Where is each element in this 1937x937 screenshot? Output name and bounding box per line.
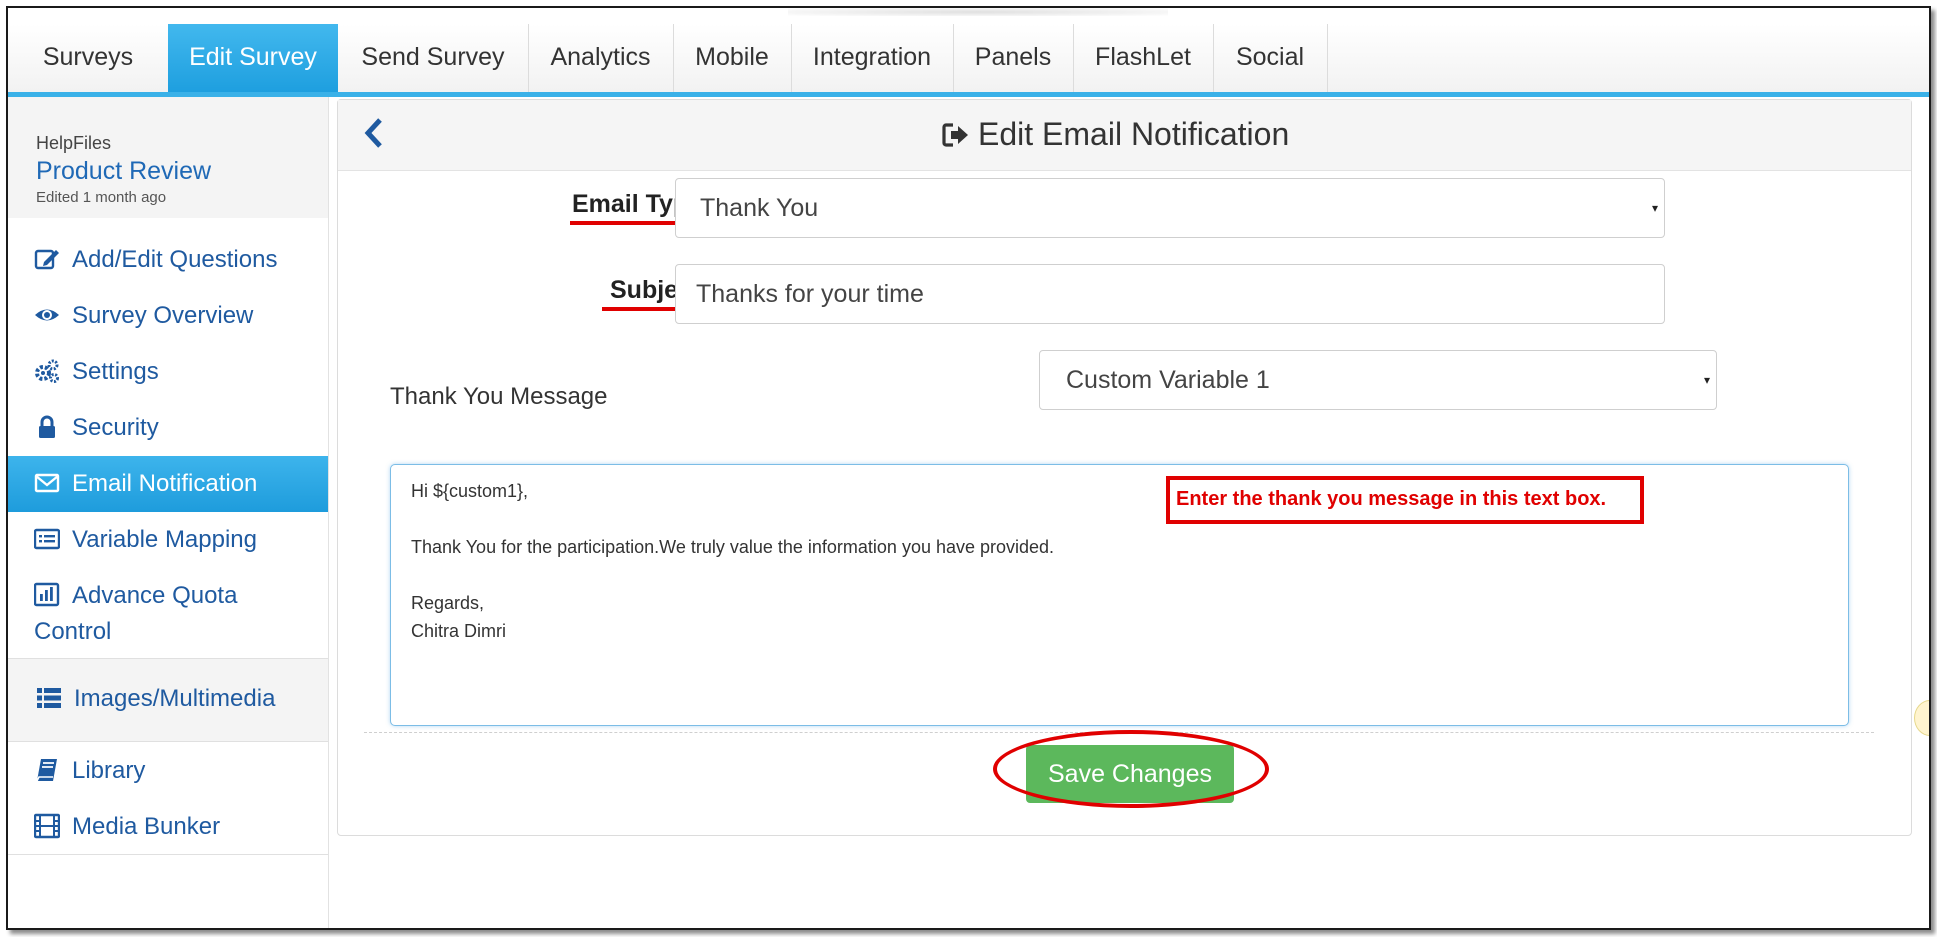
sign-out-icon <box>942 122 970 148</box>
thank-you-message-label: Thank You Message <box>390 383 608 410</box>
sidebar-item-label: Email Notification <box>72 470 258 497</box>
sidebar-item-label: Library <box>72 757 146 784</box>
sidebar-item-variable-mapping[interactable]: Variable Mapping <box>8 512 328 568</box>
sidebar-item-advance-quota-control[interactable]: Advance Quota Control <box>8 568 328 658</box>
edit-icon <box>34 246 60 272</box>
sidebar-item-settings[interactable]: Settings <box>8 344 328 400</box>
edge-widget[interactable] <box>1914 700 1929 736</box>
sidebar-item-label: Media Bunker <box>72 813 221 840</box>
back-chevron-icon[interactable] <box>360 116 390 150</box>
sidebar-item-add-edit-questions[interactable]: Add/Edit Questions <box>8 232 328 288</box>
tab-mobile[interactable]: Mobile <box>673 24 792 92</box>
tab-flashlet[interactable]: FlashLet <box>1073 24 1214 92</box>
tab-send-survey[interactable]: Send Survey <box>338 24 529 92</box>
top-tab-bar: Surveys Edit Survey Send Survey Analytic… <box>8 24 1929 97</box>
sidebar-item-label: Security <box>72 414 159 441</box>
sidebar: HelpFiles Product Review Edited 1 month … <box>8 97 329 928</box>
tab-edit-survey[interactable]: Edit Survey <box>168 24 338 92</box>
custom-variable-select[interactable]: Custom Variable 1 ▾ <box>1039 350 1717 410</box>
survey-info: HelpFiles Product Review Edited 1 month … <box>8 97 328 218</box>
annotation-hint: Enter the thank you message in this text… <box>1166 476 1644 524</box>
email-type-value: Thank You <box>700 194 819 222</box>
film-icon <box>33 813 61 839</box>
message-line: Regards, <box>411 593 485 613</box>
sidebar-item-label: Advance Quota <box>72 582 238 609</box>
message-line: Chitra Dimri <box>411 621 507 641</box>
list-icon <box>33 526 61 552</box>
tab-integration[interactable]: Integration <box>791 24 954 92</box>
sidebar-item-email-notification[interactable]: Email Notification <box>8 456 328 512</box>
edited-timestamp: Edited 1 month ago <box>36 189 167 206</box>
envelope-icon <box>34 470 60 496</box>
sidebar-item-label: Settings <box>72 358 159 385</box>
sidebar-item-label: Survey Overview <box>72 302 254 329</box>
eye-icon <box>34 302 60 328</box>
edit-email-panel: Edit Email Notification Email Type Thank… <box>337 99 1912 836</box>
email-type-select[interactable]: Thank You ▾ <box>675 178 1665 238</box>
gears-icon <box>34 358 60 384</box>
sidebar-item-images-multimedia[interactable]: Images/Multimedia <box>8 671 328 727</box>
sidebar-item-survey-overview[interactable]: Survey Overview <box>8 288 328 344</box>
tab-analytics[interactable]: Analytics <box>528 24 674 92</box>
sidebar-item-label: Variable Mapping <box>72 526 258 553</box>
survey-title[interactable]: Product Review <box>36 157 211 186</box>
top-shadow <box>788 8 1168 16</box>
message-line <box>411 561 1828 589</box>
tab-social[interactable]: Social <box>1213 24 1328 92</box>
sidebar-item-label: Images/Multimedia <box>74 685 276 712</box>
tab-surveys[interactable]: Surveys <box>8 24 169 92</box>
app-window: Surveys Edit Survey Send Survey Analytic… <box>6 6 1931 930</box>
sidebar-divider <box>8 854 328 855</box>
custom-variable-value: Custom Variable 1 <box>1066 366 1270 394</box>
sidebar-item-label: Add/Edit Questions <box>72 246 278 273</box>
book-icon <box>34 757 60 783</box>
subject-input[interactable]: Thanks for your time <box>675 264 1665 324</box>
tab-panels[interactable]: Panels <box>953 24 1074 92</box>
message-line: Thank You for the participation.We truly… <box>411 537 1055 557</box>
panel-header: Edit Email Notification <box>338 100 1911 171</box>
caret-down-icon: ▾ <box>1651 201 1658 215</box>
subject-value: Thanks for your time <box>696 280 924 308</box>
sidebar-item-security[interactable]: Security <box>8 400 328 456</box>
sidebar-item-media-bunker[interactable]: Media Bunker <box>8 799 328 855</box>
folder-name: HelpFiles <box>36 133 112 153</box>
save-changes-button[interactable]: Save Changes <box>1026 745 1234 803</box>
sidebar-item-label-continued: Control <box>34 618 112 645</box>
subject-underline <box>602 307 682 311</box>
list-bullets-icon <box>36 685 62 711</box>
bar-chart-icon <box>33 582 60 608</box>
form-divider <box>364 732 1874 733</box>
sidebar-item-library[interactable]: Library <box>8 743 328 799</box>
caret-down-icon: ▾ <box>1703 373 1710 387</box>
page-title: Edit Email Notification <box>978 116 1290 152</box>
email-type-underline <box>570 221 680 225</box>
lock-icon <box>34 414 60 440</box>
